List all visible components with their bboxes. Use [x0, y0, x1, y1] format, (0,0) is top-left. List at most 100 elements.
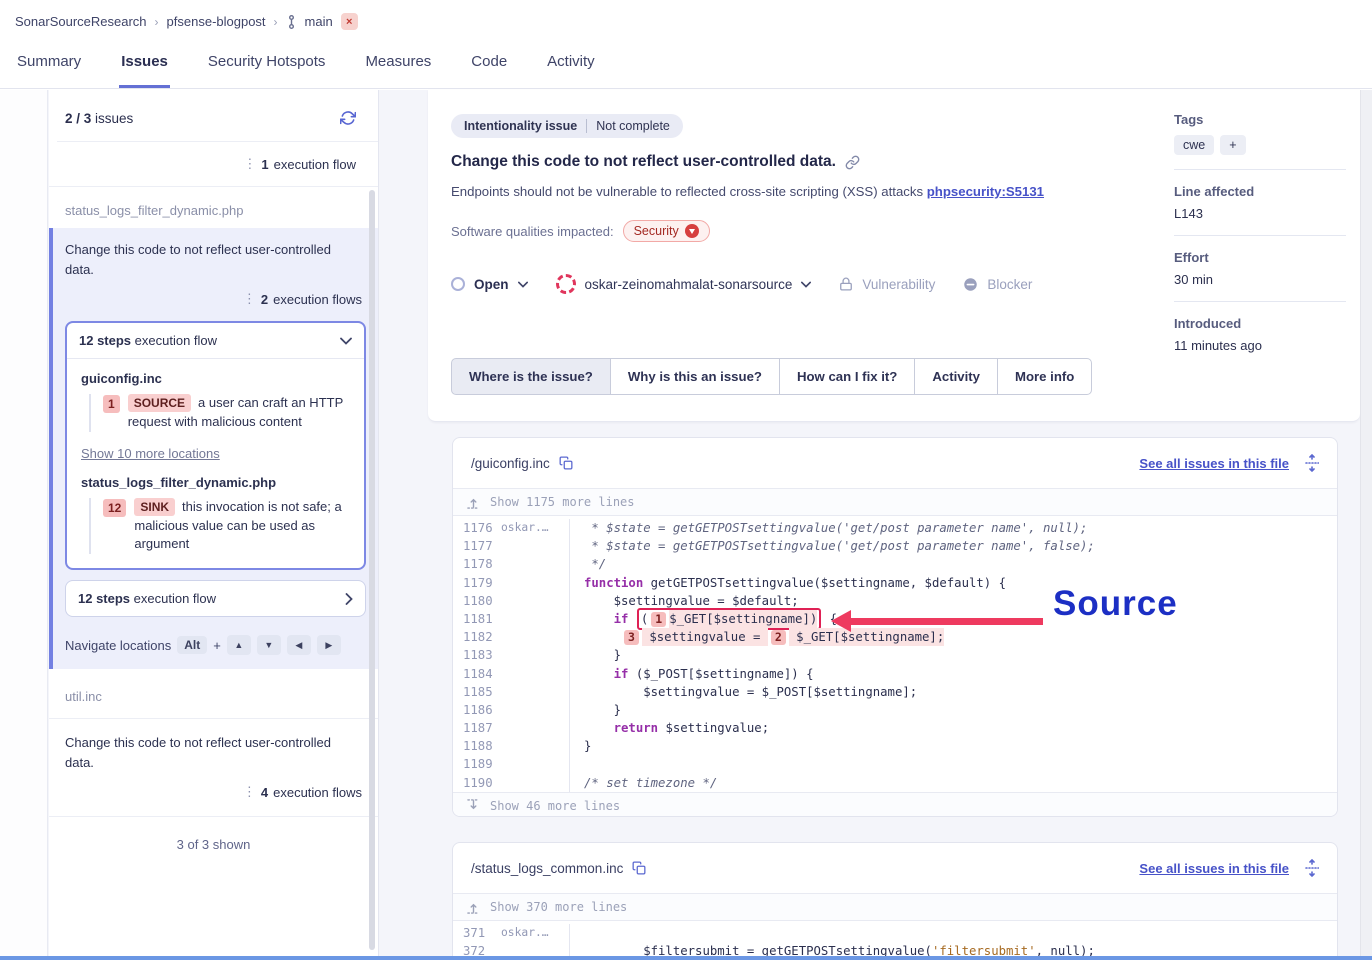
issue-card[interactable]: Change this code to not reflect user-con… — [49, 719, 378, 817]
code-line[interactable]: 1176oskar.… * $state = getGETPOSTsetting… — [453, 519, 1337, 537]
content-area: 2 / 3 issues ⋮ 1 execution flow status_l… — [0, 90, 1372, 960]
line-number[interactable]: 1182 — [453, 628, 501, 646]
nav-tab-summary[interactable]: Summary — [15, 45, 83, 88]
rule-link[interactable]: phpsecurity:S5131 — [927, 184, 1044, 199]
nav-tab-issues[interactable]: Issues — [119, 45, 170, 88]
flow-step-badge[interactable]: 1 — [651, 612, 666, 627]
code-line[interactable]: 1178 */ — [453, 555, 1337, 573]
blocker-severity-icon — [685, 224, 699, 238]
chevron-down-icon[interactable] — [801, 281, 811, 288]
line-number[interactable]: 1183 — [453, 646, 501, 664]
code-line[interactable]: 1184 if ($_POST[$settingname]) { — [453, 665, 1337, 683]
issues-count-header: 2 / 3 issues — [57, 90, 378, 142]
code-line[interactable]: 1179 function getGETPOSTsettingvalue($set… — [453, 574, 1337, 592]
line-number[interactable]: 1179 — [453, 574, 501, 592]
line-number[interactable]: 1190 — [453, 774, 501, 792]
navigate-prev-button[interactable]: ◀ — [287, 635, 311, 655]
tag-chip-cwe[interactable]: cwe — [1174, 135, 1214, 155]
show-more-lines-bottom[interactable]: Show 46 more lines — [453, 792, 1337, 817]
line-code: function getGETPOSTsettingvalue($setting… — [569, 574, 1337, 592]
flow-step-badge[interactable]: 3 — [624, 630, 639, 645]
issue-message[interactable]: Change this code to not reflect user-con… — [53, 228, 378, 283]
line-code: } — [569, 646, 1337, 664]
code-line[interactable]: 371oskar.… — [453, 924, 1337, 942]
expand-file-icon[interactable] — [1305, 454, 1319, 472]
line-number[interactable]: 1180 — [453, 592, 501, 610]
code-line[interactable]: 1189 — [453, 755, 1337, 773]
line-number[interactable]: 1185 — [453, 683, 501, 701]
issue-message[interactable]: Change this code to not reflect user-con… — [65, 733, 362, 772]
line-number[interactable]: 1178 — [453, 555, 501, 573]
line-number[interactable]: 1186 — [453, 701, 501, 719]
flow-step-badge[interactable]: 2 — [771, 630, 786, 645]
step-number-badge: 1 — [103, 395, 120, 413]
line-number[interactable]: 1177 — [453, 537, 501, 555]
show-more-lines-top[interactable]: Show 1175 more lines — [453, 488, 1337, 516]
code-line[interactable]: 1188} — [453, 737, 1337, 755]
chevron-down-icon[interactable] — [518, 281, 528, 288]
nav-tab-security-hotspots[interactable]: Security Hotspots — [206, 45, 328, 88]
tab-where-is-the-issue[interactable]: Where is the issue? — [451, 358, 611, 395]
show-more-locations-link[interactable]: Show 10 more locations — [81, 446, 220, 461]
see-all-issues-link[interactable]: See all issues in this file — [1139, 456, 1289, 471]
flow-step-sink[interactable]: 12 SINKthis invocation is not safe; a ma… — [103, 498, 350, 555]
issue-location-box[interactable]: (1$_GET[$settingname]) — [637, 608, 821, 630]
code-line[interactable]: 1177 * $state = getGETPOSTsettingvalue('… — [453, 537, 1337, 555]
breadcrumb-project[interactable]: pfsense-blogpost — [167, 14, 266, 29]
navigate-next-button[interactable]: ▶ — [317, 635, 341, 655]
introduced-value: 11 minutes ago — [1174, 338, 1346, 353]
issue-2-flows[interactable]: ⋮ 2 execution flows — [53, 283, 378, 313]
code-lines[interactable]: 371oskar.…372 $filtersubmit = getGETPOST… — [453, 921, 1337, 960]
line-number[interactable]: 1184 — [453, 665, 501, 683]
selected-issue-card[interactable]: Change this code to not reflect user-con… — [49, 228, 378, 669]
copy-icon[interactable] — [632, 861, 646, 875]
add-tag-button[interactable]: + — [1220, 135, 1245, 155]
nav-tab-code[interactable]: Code — [469, 45, 509, 88]
tab-why-is-this-an-issue[interactable]: Why is this an issue? — [610, 358, 780, 395]
line-number[interactable]: 1181 — [453, 610, 501, 628]
breadcrumb-org[interactable]: SonarSourceResearch — [15, 14, 147, 29]
assignee-dropdown[interactable]: oskar-zeinomahmalat-sonarsource — [585, 277, 793, 292]
line-number[interactable]: 1188 — [453, 737, 501, 755]
security-quality-pill[interactable]: Security — [623, 220, 710, 242]
expand-file-icon[interactable] — [1305, 859, 1319, 877]
refresh-icon[interactable] — [340, 110, 356, 126]
code-line[interactable]: 1187 return $settingvalue; — [453, 719, 1337, 737]
qualities-label: Software qualities impacted: — [451, 224, 614, 239]
flow-label: execution flow — [274, 157, 356, 172]
nav-tab-activity[interactable]: Activity — [545, 45, 597, 88]
code-line[interactable]: 1180 $settingvalue = $default; — [453, 592, 1337, 610]
permalink-icon[interactable] — [845, 155, 860, 170]
see-all-issues-link[interactable]: See all issues in this file — [1139, 861, 1289, 876]
line-number[interactable]: 1189 — [453, 755, 501, 773]
line-number[interactable]: 371 — [453, 924, 501, 942]
tab-activity[interactable]: Activity — [914, 358, 998, 395]
nav-tab-measures[interactable]: Measures — [363, 45, 433, 88]
tab-more-info[interactable]: More info — [997, 358, 1092, 395]
tab-how-can-i-fix-it[interactable]: How can I fix it? — [779, 358, 915, 395]
execution-flow-collapsed[interactable]: 12 steps execution flow — [65, 580, 366, 617]
line-number[interactable]: 1187 — [453, 719, 501, 737]
show-more-lines-top[interactable]: Show 370 more lines — [453, 893, 1337, 921]
copy-icon[interactable] — [559, 456, 573, 470]
breadcrumb-branch[interactable]: main — [305, 14, 333, 29]
issue-3-flows[interactable]: ⋮ 4 execution flows — [65, 784, 362, 800]
code-line[interactable]: 1185 $settingvalue = $_POST[$settingname… — [453, 683, 1337, 701]
navigate-down-button[interactable]: ▼ — [257, 635, 281, 655]
issue-1-flows[interactable]: ⋮ 1 execution flow — [49, 142, 378, 187]
code-line[interactable]: 1183 } — [453, 646, 1337, 664]
flow-panel-header[interactable]: 12 steps execution flow — [67, 323, 364, 359]
code-line[interactable]: 1186 } — [453, 701, 1337, 719]
workspace: Intentionality issue Not complete Change… — [380, 90, 1360, 960]
flow-step-source[interactable]: 1 SOURCEa user can craft an HTTP request… — [103, 394, 350, 432]
close-branch-button[interactable]: × — [341, 13, 358, 30]
line-number[interactable]: 1176 — [453, 519, 501, 537]
flow-panel-label: execution flow — [134, 591, 216, 606]
status-dropdown[interactable]: Open — [474, 277, 509, 292]
code-line[interactable]: 1190/* set timezone */ — [453, 774, 1337, 792]
sidebar-scrollbar[interactable] — [369, 190, 375, 950]
page-scrollbar[interactable] — [1360, 90, 1372, 960]
issue-type-label: Vulnerability — [862, 277, 935, 292]
navigate-up-button[interactable]: ▲ — [227, 635, 251, 655]
code-lines[interactable]: 1176oskar.… * $state = getGETPOSTsetting… — [453, 516, 1337, 792]
